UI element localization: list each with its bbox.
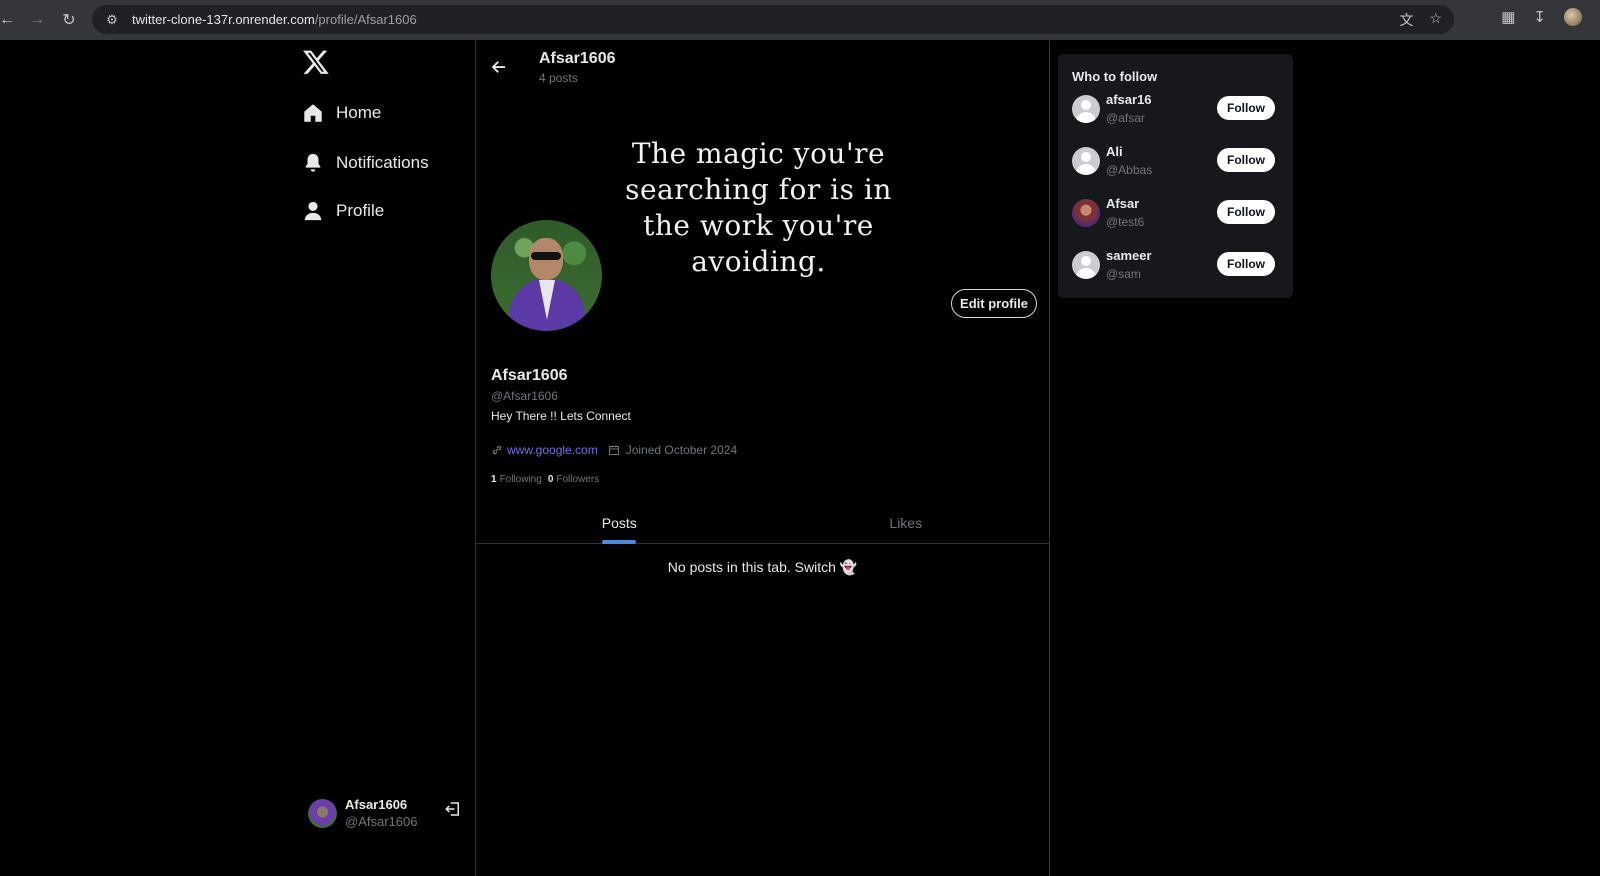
suggestion-name: sameer bbox=[1106, 248, 1152, 263]
x-logo-icon[interactable] bbox=[302, 48, 330, 76]
left-sidebar: Home Notifications Profile Afsar1606 @Af… bbox=[290, 40, 475, 876]
follow-stats: 1 Following 0 Followers bbox=[491, 474, 599, 485]
following-stat[interactable]: 1 Following bbox=[491, 474, 542, 485]
who-to-follow-title: Who to follow bbox=[1072, 69, 1158, 84]
browser-profile-avatar[interactable] bbox=[1564, 8, 1582, 26]
link-icon bbox=[492, 445, 502, 455]
translate-icon[interactable]: 文 bbox=[1399, 10, 1413, 30]
joined-date: Joined October 2024 bbox=[625, 443, 738, 457]
avatar bbox=[308, 798, 337, 828]
suggestion-item[interactable]: Ali @Abbas Follow bbox=[1072, 144, 1282, 184]
edit-profile-button[interactable]: Edit profile bbox=[951, 289, 1037, 318]
calendar-icon bbox=[608, 445, 619, 455]
browser-toolbar: ← → ↻ ⚙ twitter-clone-137r.onrender.com/… bbox=[0, 0, 1600, 40]
back-arrow-icon[interactable] bbox=[490, 58, 508, 76]
forward-icon[interactable]: → bbox=[22, 5, 52, 35]
suggestion-name: Ali bbox=[1106, 144, 1123, 159]
back-icon[interactable]: ← bbox=[0, 5, 22, 35]
download-icon[interactable]: ↧ bbox=[1533, 8, 1546, 26]
profile-main: Afsar1606 4 posts The magic you're searc… bbox=[475, 40, 1050, 876]
suggestion-handle: @afsar bbox=[1106, 111, 1145, 125]
post-count: 4 posts bbox=[539, 71, 578, 85]
extensions-icon[interactable]: ▦ bbox=[1501, 8, 1515, 26]
home-icon bbox=[304, 104, 322, 122]
profile-meta: www.google.com Joined October 2024 bbox=[491, 443, 737, 457]
account-handle: @Afsar1606 bbox=[345, 814, 418, 829]
tab-likes[interactable]: Likes bbox=[763, 502, 1050, 543]
suggestion-name: afsar16 bbox=[1106, 92, 1152, 107]
logout-icon[interactable] bbox=[444, 800, 462, 818]
suggestion-handle: @Abbas bbox=[1106, 163, 1153, 177]
site-info-icon[interactable]: ⚙ bbox=[104, 12, 120, 28]
profile-name: Afsar1606 bbox=[491, 367, 568, 384]
avatar bbox=[1072, 199, 1100, 227]
avatar bbox=[1072, 95, 1100, 123]
follow-button[interactable]: Follow bbox=[1217, 148, 1275, 172]
profile-tabs: Posts Likes bbox=[476, 502, 1049, 544]
url-text: twitter-clone-137r.onrender.com/profile/… bbox=[132, 12, 417, 27]
bookmark-star-icon[interactable]: ☆ bbox=[1429, 10, 1442, 30]
bell-icon bbox=[305, 153, 321, 172]
sidebar-item-notifications[interactable]: Notifications bbox=[302, 152, 429, 174]
profile-handle: @Afsar1606 bbox=[491, 389, 558, 403]
sidebar-item-label: Home bbox=[336, 103, 382, 122]
reload-icon[interactable]: ↻ bbox=[54, 5, 84, 35]
follow-button[interactable]: Follow bbox=[1217, 96, 1275, 120]
followers-stat[interactable]: 0 Followers bbox=[548, 474, 599, 485]
suggestion-item[interactable]: sameer @sam Follow bbox=[1072, 248, 1282, 288]
follow-button[interactable]: Follow bbox=[1217, 252, 1275, 276]
who-to-follow-panel: Who to follow afsar16 @afsar Follow Ali … bbox=[1058, 54, 1293, 298]
suggestion-name: Afsar bbox=[1106, 196, 1140, 211]
suggestion-handle: @test6 bbox=[1106, 215, 1145, 229]
empty-state-message: No posts in this tab. Switch 👻 bbox=[667, 559, 858, 575]
suggestion-handle: @sam bbox=[1106, 267, 1141, 281]
follow-button[interactable]: Follow bbox=[1217, 200, 1275, 224]
account-switcher[interactable]: Afsar1606 @Afsar1606 bbox=[308, 797, 417, 829]
cover-quote: The magic you're searching for is in the… bbox=[625, 137, 892, 278]
suggestion-item[interactable]: Afsar @test6 Follow bbox=[1072, 196, 1282, 236]
sidebar-item-profile[interactable]: Profile bbox=[302, 200, 384, 222]
avatar bbox=[1072, 147, 1100, 175]
profile-bio: Hey There !! Lets Connect bbox=[491, 409, 631, 423]
active-tab-indicator bbox=[602, 540, 637, 544]
account-name: Afsar1606 bbox=[345, 797, 408, 812]
profile-website-link[interactable]: www.google.com bbox=[507, 443, 598, 457]
profile-avatar[interactable] bbox=[491, 220, 602, 331]
user-icon bbox=[304, 201, 322, 221]
suggestion-item[interactable]: afsar16 @afsar Follow bbox=[1072, 92, 1282, 132]
sidebar-item-label: Notifications bbox=[336, 153, 429, 172]
sidebar-item-home[interactable]: Home bbox=[302, 102, 381, 124]
address-bar[interactable]: ⚙ twitter-clone-137r.onrender.com/profil… bbox=[92, 5, 1454, 34]
tab-posts[interactable]: Posts bbox=[476, 502, 763, 544]
page-title: Afsar1606 bbox=[539, 50, 616, 67]
avatar bbox=[1072, 251, 1100, 279]
sidebar-item-label: Profile bbox=[336, 201, 385, 220]
